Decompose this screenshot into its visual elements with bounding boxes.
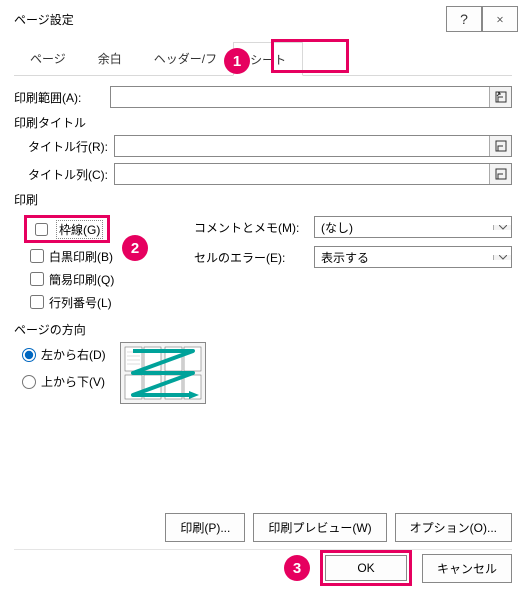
gridlines-highlight: 枠線(G) xyxy=(24,215,110,243)
chevron-down-icon xyxy=(493,225,511,230)
options-button[interactable]: オプション(O)... xyxy=(395,513,512,542)
range-picker-icon[interactable] xyxy=(489,87,511,107)
tab-page[interactable]: ページ xyxy=(14,42,82,75)
page-order-preview xyxy=(120,342,206,404)
callout-2: 2 xyxy=(122,235,148,261)
draft-label: 簡易印刷(Q) xyxy=(49,271,114,288)
ok-button[interactable]: OK xyxy=(325,555,407,581)
tab-margins[interactable]: 余白 xyxy=(82,42,138,75)
range-picker-icon[interactable] xyxy=(489,136,511,156)
print-area-label: 印刷範囲(A): xyxy=(14,89,104,106)
print-titles-group: 印刷タイトル xyxy=(14,114,512,131)
bw-checkbox[interactable] xyxy=(30,249,44,263)
ok-highlight: OK xyxy=(320,550,412,586)
print-group: 印刷 xyxy=(14,191,512,208)
errors-value: 表示する xyxy=(315,249,493,266)
close-icon xyxy=(497,14,503,25)
comments-value: (なし) xyxy=(315,219,493,236)
bw-label: 白黒印刷(B) xyxy=(49,248,113,265)
rowcol-label: 行列番号(L) xyxy=(49,294,112,311)
gridlines-label: 枠線(G) xyxy=(56,220,103,239)
gridlines-checkbox[interactable] xyxy=(35,223,48,236)
left-to-right-label: 左から右(D) xyxy=(41,346,106,363)
chevron-down-icon xyxy=(493,255,511,260)
dialog-title: ページ設定 xyxy=(14,11,446,28)
print-button[interactable]: 印刷(P)... xyxy=(165,513,245,542)
comments-combo[interactable]: (なし) xyxy=(314,216,512,238)
print-area-input[interactable] xyxy=(110,86,512,108)
callout-1: 1 xyxy=(224,48,250,74)
tab-headerfooter[interactable]: ヘッダー/フ xyxy=(138,42,233,75)
draft-checkbox[interactable] xyxy=(30,272,44,286)
print-preview-button[interactable]: 印刷プレビュー(W) xyxy=(253,513,386,542)
tab-strip: ページ 余白 ヘッダー/フ シート xyxy=(14,42,512,76)
top-to-bottom-label: 上から下(V) xyxy=(41,373,105,390)
title-cols-label: タイトル列(C): xyxy=(14,166,108,183)
title-rows-input[interactable] xyxy=(114,135,512,157)
page-order-group: ページの方向 xyxy=(14,321,512,338)
range-picker-icon[interactable] xyxy=(489,164,511,184)
errors-combo[interactable]: 表示する xyxy=(314,246,512,268)
help-button[interactable]: ? xyxy=(446,6,482,32)
title-cols-input[interactable] xyxy=(114,163,512,185)
rowcol-checkbox[interactable] xyxy=(30,295,44,309)
errors-label: セルのエラー(E): xyxy=(194,249,306,266)
left-to-right-radio[interactable] xyxy=(22,348,36,362)
title-rows-label: タイトル行(R): xyxy=(14,138,108,155)
callout-3: 3 xyxy=(284,555,310,581)
cancel-button[interactable]: キャンセル xyxy=(422,554,512,583)
top-to-bottom-radio[interactable] xyxy=(22,375,36,389)
close-button[interactable] xyxy=(482,6,518,32)
comments-label: コメントとメモ(M): xyxy=(194,219,306,236)
